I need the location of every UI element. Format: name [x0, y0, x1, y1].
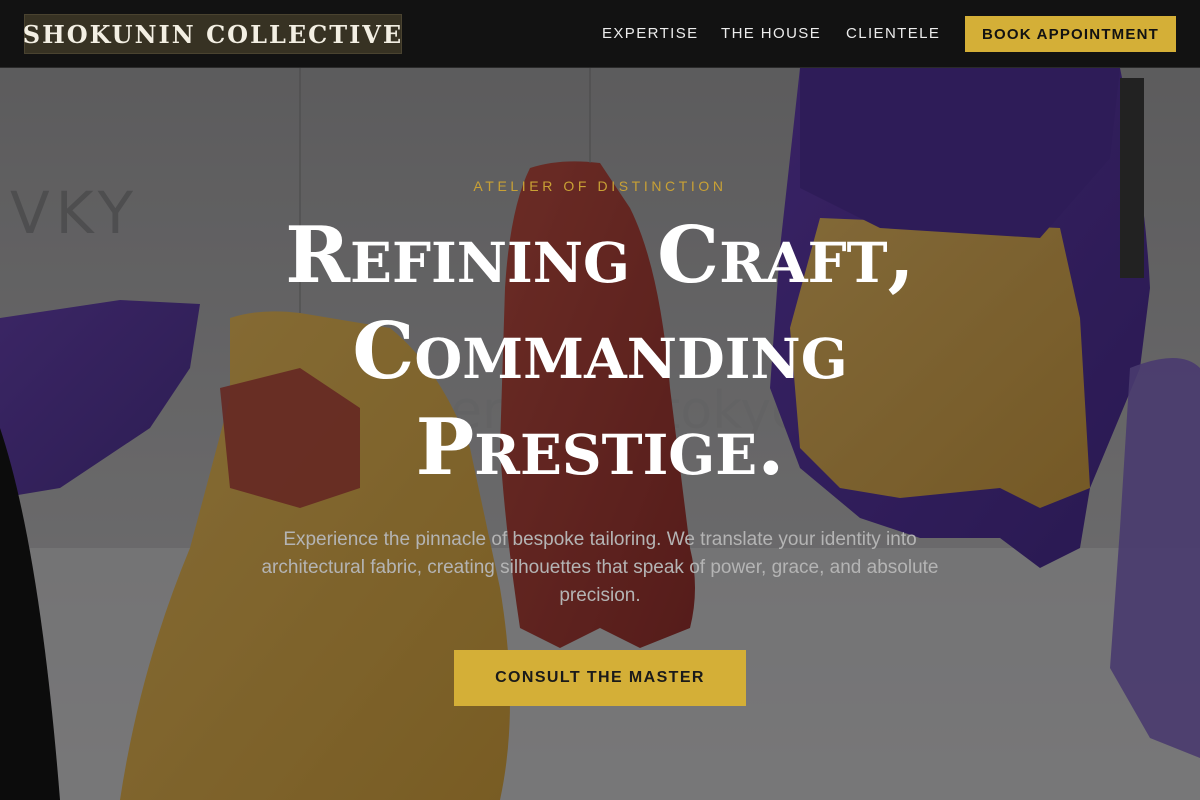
top-navbar: SHOKUNIN COLLECTIVE EXPERTISE THE HOUSE …	[0, 0, 1200, 68]
nav-link-clientele[interactable]: CLIENTELE	[846, 24, 940, 44]
headline-line-1: Refining Craft,	[285, 210, 915, 301]
headline-line-3: Prestige.	[415, 402, 785, 493]
nav-link-the-house[interactable]: THE HOUSE	[721, 24, 821, 44]
hero-section: VKY masterpiece tokyo ATELIER OF DISTINC…	[0, 68, 1200, 800]
hero-subtext: Experience the pinnacle of bespoke tailo…	[261, 529, 939, 606]
brand-name: SHOKUNIN COLLECTIVE	[22, 19, 404, 49]
consult-the-master-button[interactable]: CONSULT THE MASTER	[454, 650, 746, 706]
brand-logo[interactable]: SHOKUNIN COLLECTIVE	[22, 14, 404, 54]
headline-line-2: Commanding	[352, 306, 848, 397]
nav-link-expertise[interactable]: EXPERTISE	[602, 24, 699, 44]
book-appointment-button[interactable]: BOOK APPOINTMENT	[965, 16, 1176, 52]
hero-eyebrow: ATELIER OF DISTINCTION	[473, 178, 727, 194]
hero-headline: Refining Craft, Commanding Prestige.	[0, 208, 1200, 496]
